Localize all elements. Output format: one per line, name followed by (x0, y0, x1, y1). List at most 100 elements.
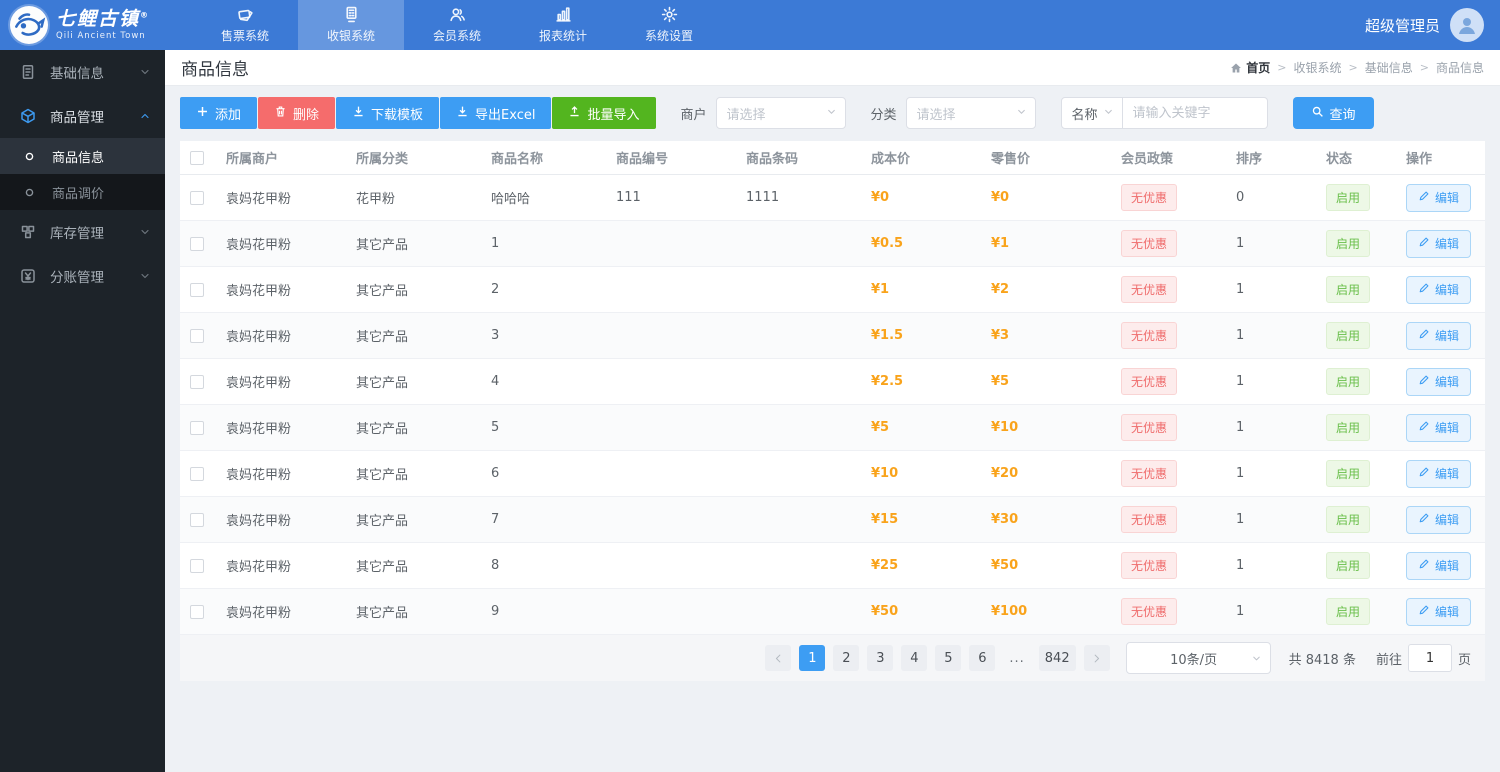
cell-policy: 无优惠 (1121, 368, 1236, 395)
cell-name: 8 (491, 558, 500, 573)
row-checkbox[interactable] (190, 466, 204, 481)
edit-button[interactable]: 编辑 (1406, 275, 1472, 304)
edit-button[interactable]: 编辑 (1406, 413, 1472, 442)
goto-page-control: 前往 页 (1376, 644, 1471, 672)
sidebar-subitem[interactable]: 商品信息 (0, 138, 165, 174)
breadcrumb-item[interactable]: 基础信息 (1365, 59, 1413, 76)
cube-icon (20, 108, 37, 124)
sidebar-item-label: 基础信息 (50, 66, 104, 82)
cell-merchant: 袁妈花甲粉 (226, 560, 292, 575)
page-header: 商品信息 首页 > 收银系统 > 基础信息 > 商品信息 (165, 50, 1500, 86)
chevron-up-icon (139, 110, 151, 122)
edit-button[interactable]: 编辑 (1406, 505, 1472, 534)
ring-icon (24, 187, 38, 198)
yen-icon (20, 268, 37, 284)
table-row: 袁妈花甲粉 其它产品 6 ¥10 ¥20 无优惠 1 启用 编辑 (180, 451, 1485, 497)
cell-status: 启用 (1326, 276, 1406, 303)
add-button[interactable]: 添加 (180, 97, 258, 129)
page-number-button[interactable]: 1 (799, 645, 826, 671)
row-checkbox[interactable] (190, 282, 204, 297)
column-header: 排序 (1236, 152, 1263, 167)
cell-actions: 编辑 (1406, 505, 1475, 534)
cell-cost: ¥15 (871, 512, 899, 527)
topnav-tab-members[interactable]: 会员系统 (404, 0, 510, 50)
brand-logo[interactable]: 七鲤古镇® Qili Ancient Town (0, 0, 192, 50)
row-checkbox[interactable] (190, 420, 204, 435)
topnav-tab-chart[interactable]: 报表统计 (510, 0, 616, 50)
select-all-checkbox[interactable] (190, 150, 204, 165)
merchant-filter-label: 商户 (680, 107, 707, 123)
edit-button[interactable]: 编辑 (1406, 321, 1472, 350)
topnav-tab-gear[interactable]: 系统设置 (616, 0, 722, 50)
sidebar-item-doc[interactable]: 基础信息 (0, 50, 165, 94)
topnav-tab-label: 收银系统 (326, 29, 375, 43)
download-icon (456, 105, 469, 122)
edit-button-label: 编辑 (1435, 283, 1460, 297)
row-checkbox[interactable] (190, 236, 204, 251)
brand-title: 七鲤古镇® (56, 7, 151, 30)
prev-page-button[interactable] (765, 645, 792, 671)
merchant-select[interactable]: 请选择 (715, 97, 846, 129)
sidebar-subitem[interactable]: 商品调价 (0, 174, 165, 210)
cell-name: 5 (491, 420, 500, 435)
category-select[interactable]: 请选择 (905, 97, 1036, 129)
row-checkbox[interactable] (190, 558, 204, 573)
search-button[interactable]: 查询 (1292, 97, 1374, 129)
page-number-button[interactable]: 2 (833, 645, 860, 671)
page-number-button[interactable]: 3 (867, 645, 894, 671)
cell-merchant: 袁妈花甲粉 (226, 422, 292, 437)
edit-button[interactable]: 编辑 (1406, 597, 1472, 626)
keyword-input[interactable] (1122, 97, 1268, 129)
topnav-tab-tickets[interactable]: 售票系统 (192, 0, 298, 50)
search-field-select[interactable]: 名称 (1060, 97, 1123, 129)
row-checkbox[interactable] (190, 190, 204, 205)
cell-sort: 1 (1236, 604, 1245, 619)
breadcrumb-home-link[interactable]: 首页 (1230, 59, 1270, 76)
status-badge: 启用 (1326, 598, 1371, 625)
batch-import-button[interactable]: 批量导入 (552, 97, 656, 129)
ring-icon (24, 151, 38, 162)
row-checkbox[interactable] (190, 328, 204, 343)
page-number-button[interactable]: 5 (935, 645, 962, 671)
topnav-tab-pos[interactable]: 收银系统 (298, 0, 404, 50)
topnav-tab-label: 报表统计 (538, 29, 587, 43)
breadcrumb-item[interactable]: 收银系统 (1294, 59, 1342, 76)
gear-icon (661, 6, 678, 23)
export-excel-button[interactable]: 导出Excel (440, 97, 552, 129)
cell-category: 花甲粉 (356, 192, 396, 207)
chevron-down-icon (139, 66, 151, 78)
user-avatar[interactable] (1450, 8, 1484, 42)
row-checkbox[interactable] (190, 374, 204, 389)
goto-page-input[interactable] (1407, 644, 1452, 672)
cell-cost: ¥2.5 (871, 374, 904, 389)
edit-button[interactable]: 编辑 (1406, 367, 1472, 396)
cell-price: ¥50 (991, 558, 1019, 573)
cell-category: 其它产品 (356, 422, 409, 437)
page-number-button[interactable]: 4 (901, 645, 928, 671)
edit-button[interactable]: 编辑 (1406, 229, 1472, 258)
edit-button[interactable]: 编辑 (1406, 551, 1472, 580)
row-checkbox[interactable] (190, 604, 204, 619)
download-template-button[interactable]: 下载模板 (336, 97, 440, 129)
chevron-down-icon (139, 226, 151, 238)
policy-badge: 无优惠 (1121, 598, 1178, 625)
sidebar-submenu: 商品信息商品调价 (0, 138, 165, 210)
page-number-button[interactable]: 842 (1038, 645, 1076, 671)
sidebar-subitem-label: 商品调价 (52, 186, 105, 202)
sidebar-item-cube[interactable]: 商品管理 (0, 94, 165, 138)
delete-button[interactable]: 删除 (258, 97, 336, 129)
edit-button[interactable]: 编辑 (1406, 459, 1472, 488)
page-size-select[interactable]: 10条/页 (1125, 642, 1271, 674)
brand-logo-icon (10, 6, 48, 44)
table-row: 袁妈花甲粉 其它产品 7 ¥15 ¥30 无优惠 1 启用 编辑 (180, 497, 1485, 543)
status-badge: 启用 (1326, 276, 1371, 303)
status-badge: 启用 (1326, 368, 1371, 395)
page-number-button[interactable]: 6 (969, 645, 996, 671)
sidebar-item-yen[interactable]: 分账管理 (0, 254, 165, 298)
pencil-icon (1418, 282, 1430, 297)
edit-button[interactable]: 编辑 (1406, 183, 1472, 212)
row-checkbox[interactable] (190, 512, 204, 527)
next-page-button[interactable] (1083, 645, 1110, 671)
sidebar-item-boxes[interactable]: 库存管理 (0, 210, 165, 254)
goto-suffix-label: 页 (1457, 652, 1471, 668)
